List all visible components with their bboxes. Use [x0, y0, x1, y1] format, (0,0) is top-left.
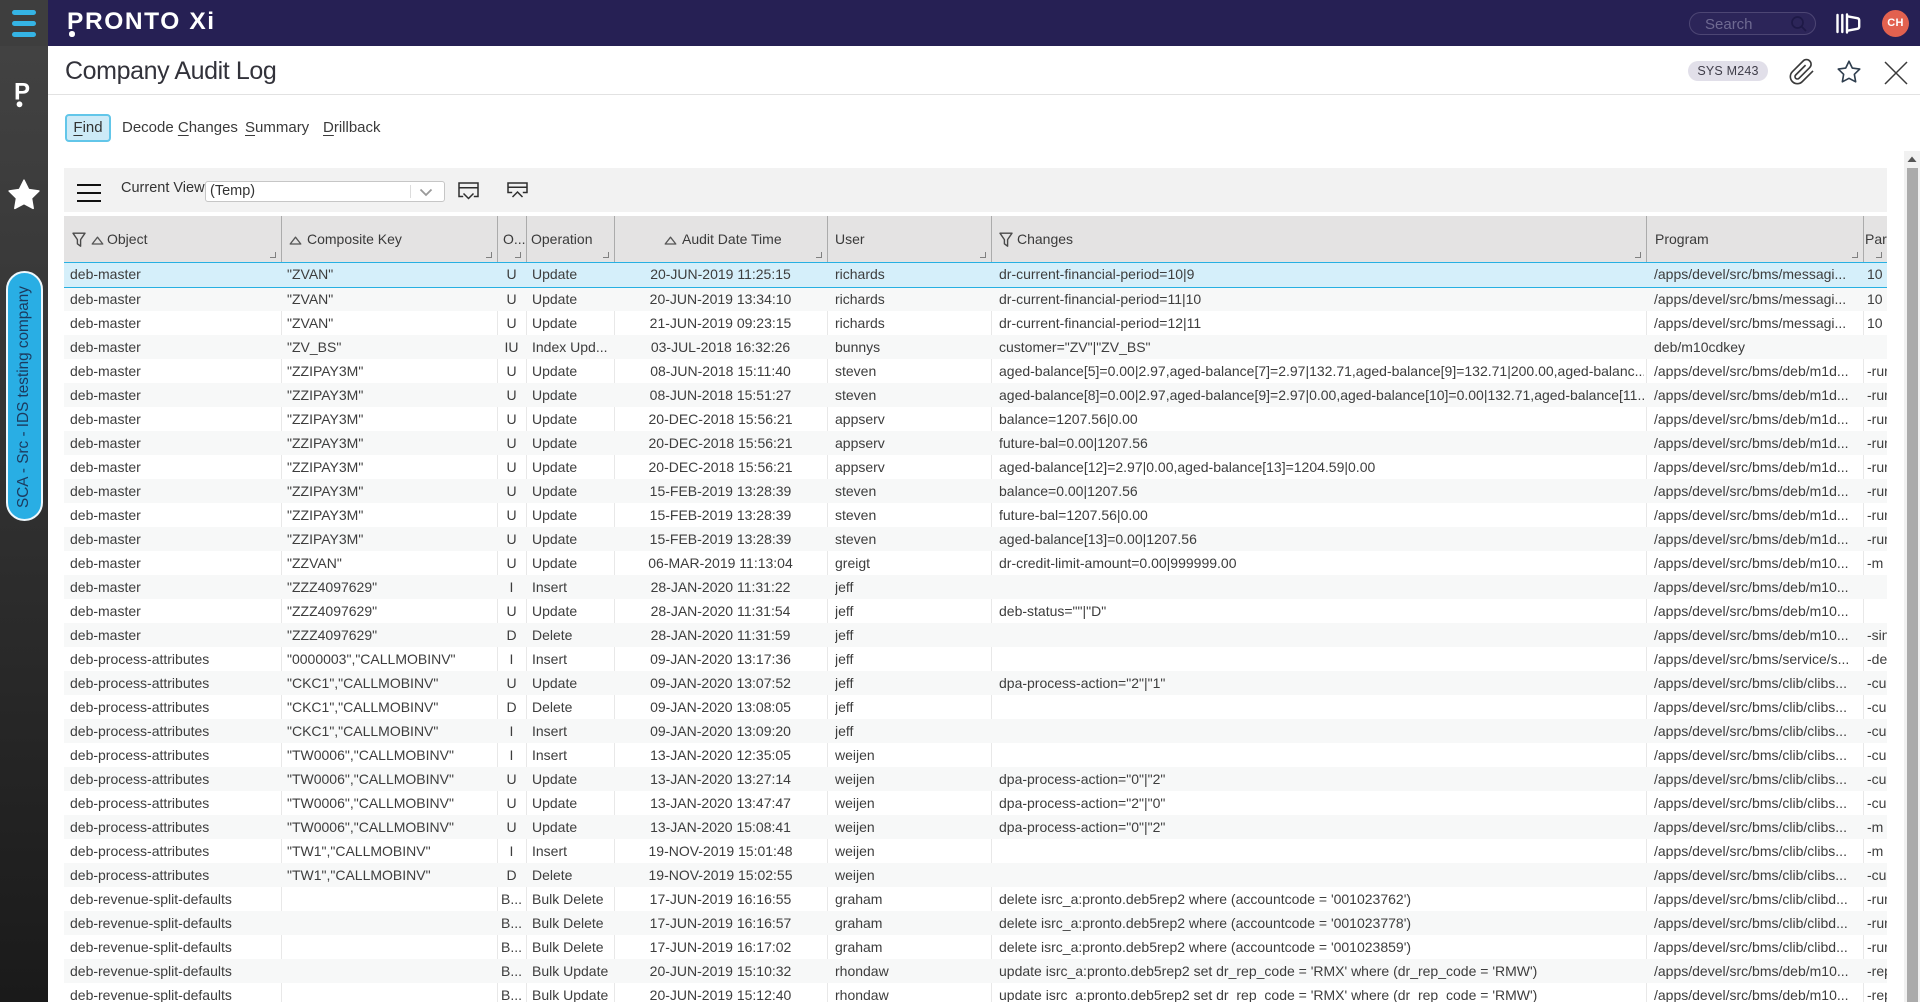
svg-text:P: P — [14, 79, 30, 106]
